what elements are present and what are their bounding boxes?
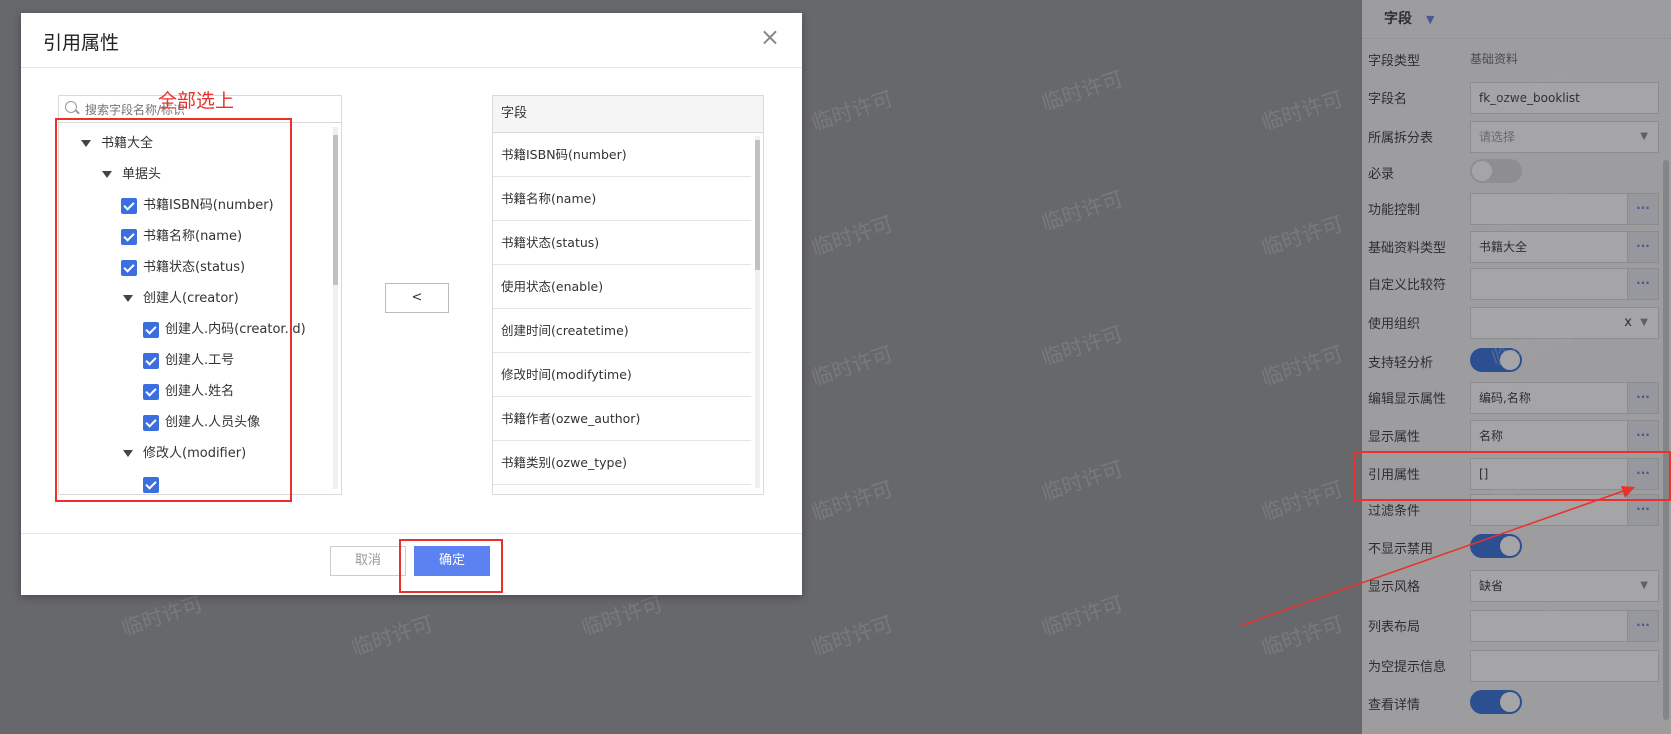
- tree-item-label: 创建人.内码(creator.id): [165, 322, 306, 337]
- checkbox-checked-icon[interactable]: [143, 352, 159, 369]
- scrollbar-thumb[interactable]: [333, 135, 338, 285]
- tree-item[interactable]: 书籍ISBN码(number): [121, 194, 274, 218]
- table-header: 字段: [493, 96, 763, 133]
- dialog-header: 引用属性 ×: [21, 13, 802, 68]
- table-row[interactable]: 使用状态(enable): [493, 265, 751, 309]
- scrollbar-thumb[interactable]: [755, 140, 760, 270]
- tree-item-label: 创建人.姓名: [165, 384, 235, 399]
- tree-node-label: 修改人(modifier): [143, 446, 247, 461]
- tree-node-label: 创建人(creator): [143, 291, 239, 306]
- cancel-button[interactable]: 取消: [330, 546, 406, 576]
- checkbox-checked-icon[interactable]: [121, 197, 137, 214]
- tree-item-label: 创建人.人员头像: [165, 415, 261, 430]
- tree-item-label: 创建人.工号: [165, 353, 235, 368]
- tree-item[interactable]: 书籍名称(name): [121, 225, 242, 249]
- annotation-select-all-note: 全部选上: [158, 90, 235, 112]
- expand-triangle-icon[interactable]: [123, 450, 133, 457]
- tree-item-label: 书籍状态(status): [143, 260, 246, 275]
- checkbox-checked-icon[interactable]: [143, 414, 159, 431]
- tree-item[interactable]: 创建人.工号: [143, 349, 234, 373]
- table-row[interactable]: 修改时间(modifytime): [493, 353, 751, 397]
- table-row[interactable]: 创建时间(createtime): [493, 309, 751, 353]
- reference-property-dialog: 引用属性 × 书籍大全 单据头 书籍ISBN码(number) 书籍名称(nam…: [21, 13, 802, 595]
- tree-item[interactable]: [143, 473, 165, 494]
- dialog-title: 引用属性: [43, 32, 120, 54]
- field-tree: 书籍大全 单据头 书籍ISBN码(number) 书籍名称(name) 书籍状态…: [58, 123, 342, 495]
- search-icon: [65, 101, 77, 113]
- selected-fields-table: 字段 书籍ISBN码(number) 书籍名称(name) 书籍状态(status)…: [492, 95, 764, 495]
- tree-item[interactable]: 创建人.人员头像: [143, 411, 260, 435]
- tree-item-label: 书籍名称(name): [143, 229, 243, 244]
- table-scrollbar[interactable]: [755, 136, 760, 488]
- tree-scrollbar[interactable]: [333, 127, 338, 489]
- table-row[interactable]: 书籍ISBN码(number): [493, 133, 751, 177]
- table-row[interactable]: 书籍状态(status): [493, 221, 751, 265]
- checkbox-checked-icon[interactable]: [143, 476, 159, 493]
- checkbox-checked-icon[interactable]: [121, 259, 137, 276]
- checkbox-checked-icon[interactable]: [143, 383, 159, 400]
- tree-node-label: 书籍大全: [101, 136, 154, 151]
- expand-triangle-icon[interactable]: [123, 295, 133, 302]
- tree-item[interactable]: 创建人.内码(creator.id): [143, 318, 306, 342]
- checkbox-checked-icon[interactable]: [143, 321, 159, 338]
- table-row[interactable]: 书籍名称(name): [493, 177, 751, 221]
- close-icon[interactable]: ×: [760, 25, 780, 49]
- tree-item[interactable]: 书籍状态(status): [121, 256, 245, 280]
- tree-node-root[interactable]: 书籍大全: [81, 132, 153, 156]
- table-row[interactable]: 书籍类别(ozwe_type): [493, 441, 751, 485]
- tree-node-modifier[interactable]: 修改人(modifier): [123, 442, 246, 466]
- tree-node-header[interactable]: 单据头: [102, 163, 161, 187]
- table-row[interactable]: 书籍作者(ozwe_author): [493, 397, 751, 441]
- move-left-button[interactable]: <: [385, 283, 449, 313]
- expand-triangle-icon[interactable]: [102, 171, 112, 178]
- tree-item[interactable]: 创建人.姓名: [143, 380, 234, 404]
- tree-node-creator[interactable]: 创建人(creator): [123, 287, 239, 311]
- expand-triangle-icon[interactable]: [81, 140, 91, 147]
- tree-item-label: 书籍ISBN码(number): [143, 198, 274, 213]
- ok-button[interactable]: 确定: [414, 546, 490, 576]
- tree-node-label: 单据头: [122, 167, 162, 182]
- checkbox-checked-icon[interactable]: [121, 228, 137, 245]
- dialog-footer: 取消 确定: [21, 533, 802, 596]
